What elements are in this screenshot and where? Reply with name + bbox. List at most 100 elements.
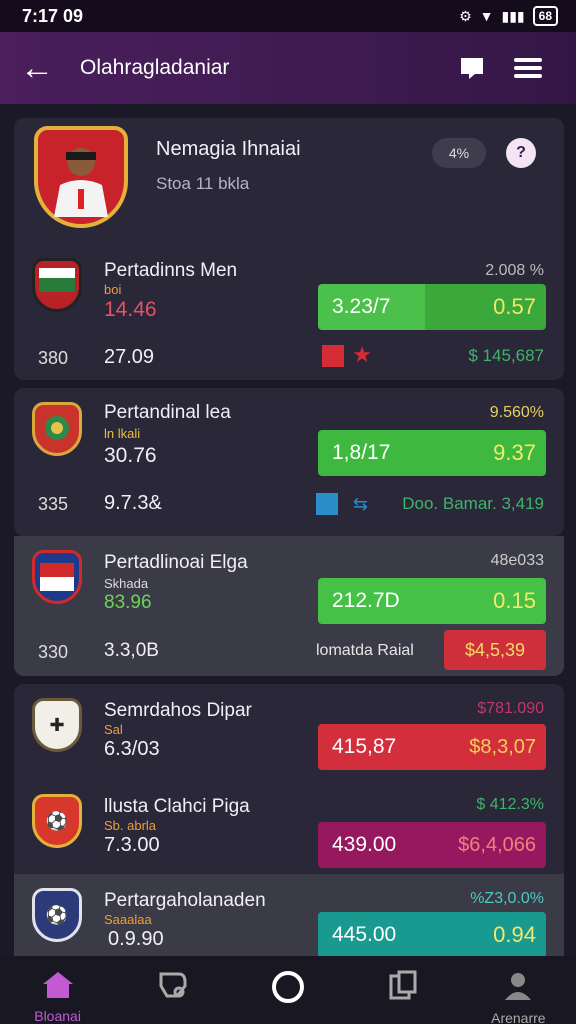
match-name: llusta Clahci Piga	[104, 796, 250, 817]
player-avatar	[34, 126, 128, 228]
match-name: Pertadlinoai Elga	[104, 552, 248, 573]
odds-bar[interactable]: 445.00 0.94	[318, 912, 546, 956]
odds-bar[interactable]: 1,8/17 9.37	[318, 430, 546, 476]
match-value: 27.09	[104, 346, 155, 368]
team-logo-icon: ⚽	[32, 888, 82, 942]
match-id: 335	[38, 494, 69, 514]
match-row[interactable]: ✚ Semrdahos Dipar Sal 6.3/03 $781.090 41…	[14, 684, 564, 776]
nav-home[interactable]: Bloanai	[13, 970, 103, 1024]
odds-left: 445.00	[332, 923, 397, 946]
odds-right: $6,4,066	[458, 833, 536, 856]
odds-right: 9.37	[493, 440, 536, 465]
match-value: 3.3,0B	[104, 640, 159, 661]
back-arrow-icon[interactable]: ←	[20, 49, 80, 88]
match-name: Semrdahos Dipar	[104, 700, 252, 721]
match-name: Pertargaholanaden	[104, 890, 266, 911]
match-percent: %Z3,0.0%	[470, 890, 544, 907]
team-logo-icon	[32, 402, 82, 456]
odds-left: 439.00	[332, 833, 397, 856]
match-extra: ⇆ Doo. Bamar. 3,419	[316, 493, 544, 515]
status-bar: 7:17 09 ⚙ ▼ ▮▮▮ 68	[0, 0, 576, 32]
odds-right: $8,3,07	[469, 735, 536, 758]
match-sub: boi	[104, 282, 122, 297]
match-sub: ln lkali	[104, 426, 141, 441]
match-row[interactable]: Pertadinns Men boi 14.46 380 27.09 2.008…	[14, 254, 564, 380]
match-row[interactable]: ⚽ Pertargaholanaden Saaalaa 0.9.90 %Z3,0…	[14, 874, 564, 956]
extra-value-button[interactable]: $4,5,39	[444, 630, 546, 670]
blue-square-icon	[316, 493, 338, 515]
match-score: 6.3/03	[104, 738, 160, 760]
team-logo-icon: ⚽	[32, 794, 82, 848]
arrows-icon: ⇆	[352, 493, 368, 514]
match-percent: 2.008 %	[485, 262, 544, 279]
odds-bar[interactable]: 3.23/7 0.57	[318, 284, 546, 330]
nav-history[interactable]	[358, 970, 448, 1010]
status-icons: ⚙ ▼ ▮▮▮ 68	[459, 6, 558, 26]
match-percent: $781.090	[477, 700, 544, 717]
nav-live[interactable]	[243, 970, 333, 1012]
match-group: ✚ Semrdahos Dipar Sal 6.3/03 $781.090 41…	[14, 684, 564, 956]
match-value: 9.7.3&	[104, 492, 162, 514]
match-row[interactable]: ⚽ llusta Clahci Piga Sb. abrla 7.3.00 $ …	[14, 780, 564, 870]
bottom-nav: Bloanai Arenarre	[0, 956, 576, 1024]
percent-badge[interactable]: 4%	[432, 138, 486, 168]
home-icon	[42, 972, 73, 998]
match-card[interactable]: Pertadlinoai Elga Skhada 83.96 330 3.3,0…	[14, 536, 564, 676]
match-sub: Skhada	[104, 576, 149, 591]
app-bar: ← Olahragladaniar	[0, 32, 576, 107]
clock: 7:17 09	[22, 5, 84, 26]
match-score: 0.9.90	[108, 928, 164, 950]
profile-subtitle: Stoa 11 bkla	[156, 174, 250, 193]
match-name: Pertadinns Men	[104, 260, 238, 281]
scroll-divider	[30, 676, 302, 679]
match-id: 380	[38, 348, 69, 368]
odds-right: 0.15	[493, 588, 536, 613]
odds-bar[interactable]: 439.00 $6,4,066	[318, 822, 546, 868]
match-extra-value: $ 145,687	[468, 346, 544, 365]
nav-tickets[interactable]	[128, 970, 218, 1008]
match-id: 330	[38, 642, 69, 662]
record-icon	[271, 971, 304, 1003]
match-card[interactable]: Pertandinal lea ln lkali 30.76 335 9.7.3…	[14, 388, 564, 536]
nav-home-label: Bloanai	[34, 1008, 81, 1024]
match-sub: Sal	[104, 722, 123, 737]
profile-name: Nemagia Ihnaiai	[156, 138, 301, 160]
nav-account-label: Arenarre	[491, 1010, 546, 1024]
extra-label: lomatda Raial	[316, 642, 414, 659]
match-name: Pertandinal lea	[104, 402, 231, 423]
team-logo-icon	[32, 258, 82, 312]
profile-card: Nemagia Ihnaiai Stoa 11 bkla 4% ? Pertad…	[14, 118, 564, 380]
signal-icon: ▮▮▮	[501, 7, 525, 24]
odds-bar[interactable]: 415,87 $8,3,07	[318, 724, 546, 770]
odds-left: 3.23/7	[332, 295, 391, 318]
match-score: 14.46	[104, 298, 157, 321]
help-icon[interactable]: ?	[506, 138, 536, 168]
menu-icon[interactable]	[500, 48, 556, 88]
battery-icon: 68	[532, 6, 558, 26]
match-percent: $ 412.3%	[476, 796, 544, 813]
team-logo-icon: ✚	[32, 698, 82, 752]
odds-bar[interactable]: 212.7D 0.15	[318, 578, 546, 624]
match-sub: Sb. abrla	[104, 818, 157, 833]
copy-icon	[389, 970, 417, 1000]
match-sub: Saaalaa	[104, 912, 152, 927]
odds-right: 0.94	[493, 922, 536, 947]
odds-left: 1,8/17	[332, 441, 391, 464]
match-score: 30.76	[104, 444, 157, 467]
match-score: 83.96	[104, 592, 152, 613]
star-icon: ★	[352, 342, 372, 367]
match-extra: ★ $ 145,687	[322, 342, 544, 367]
odds-right: 0.57	[493, 294, 536, 319]
red-square-icon	[322, 345, 344, 367]
content: Nemagia Ihnaiai Stoa 11 bkla 4% ? Pertad…	[0, 104, 576, 956]
ticket-icon	[159, 972, 187, 998]
match-extra-value: Doo. Bamar. 3,419	[402, 494, 544, 513]
odds-left: 415,87	[332, 735, 397, 758]
page-title: Olahragladaniar	[80, 56, 230, 79]
odds-left: 212.7D	[332, 589, 400, 612]
match-percent: 9.560%	[489, 404, 544, 421]
team-logo-icon	[32, 550, 82, 604]
nav-account[interactable]: Arenarre	[473, 970, 563, 1024]
match-percent: 48e033	[490, 552, 544, 569]
bookmark-icon[interactable]	[444, 48, 500, 88]
